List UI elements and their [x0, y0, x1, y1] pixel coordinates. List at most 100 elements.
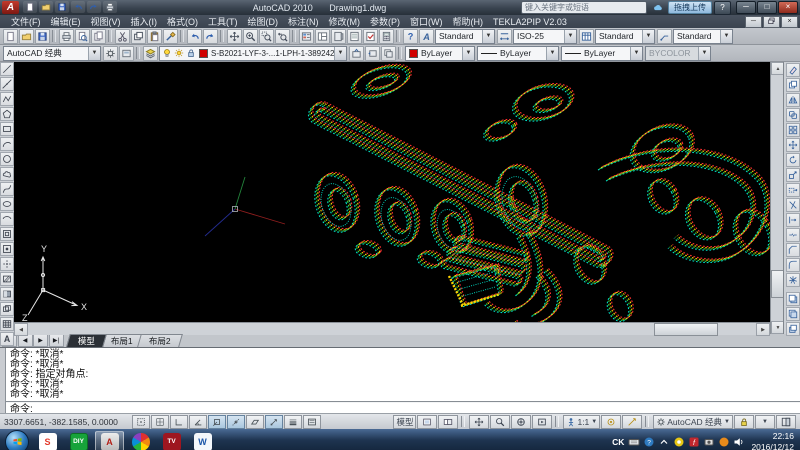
zoom-realtime-button[interactable] — [243, 29, 258, 44]
layer-properties-icon[interactable] — [143, 46, 158, 61]
command-line-window[interactable]: 命令: *取消*命令: *取消*命令: 指定对角点:命令: *取消*命令: *取… — [0, 347, 800, 413]
taskbar-app-word[interactable]: W — [188, 431, 217, 450]
cut-button[interactable] — [115, 29, 130, 44]
qvod-icon[interactable] — [672, 435, 685, 448]
open-icon[interactable] — [39, 1, 53, 13]
plot-button[interactable] — [59, 29, 74, 44]
help-button[interactable]: ? — [403, 29, 418, 44]
workspace-switch-button[interactable]: AutoCAD 经典▼ — [653, 415, 733, 429]
status-menu-chevron[interactable]: ▼ — [755, 415, 775, 429]
hatch-button[interactable] — [0, 272, 14, 286]
scroll-right-arrow[interactable]: ▶ — [756, 323, 770, 336]
coordinates-readout[interactable]: 3307.6651, -382.1585, 0.0000 — [4, 417, 132, 427]
volume-icon[interactable] — [732, 435, 745, 448]
zoom-window-button[interactable] — [259, 29, 274, 44]
draworder-back-button[interactable] — [786, 307, 800, 321]
ducs-toggle[interactable] — [246, 415, 264, 429]
snap-toggle[interactable] — [132, 415, 150, 429]
quick-view-drawings-button[interactable] — [438, 415, 458, 429]
save-icon[interactable] — [55, 1, 69, 13]
redo-button[interactable] — [203, 29, 218, 44]
polyline-button[interactable] — [0, 92, 14, 106]
ellipse-button[interactable] — [0, 197, 14, 211]
command-prompt[interactable]: 命令: — [0, 404, 800, 416]
array-button[interactable] — [786, 123, 800, 137]
search-input[interactable]: 键入关键字或短语 — [521, 1, 647, 14]
multileader-style-combo[interactable]: Standard▼ — [673, 29, 733, 44]
gradient-button[interactable] — [0, 287, 14, 301]
publish-button[interactable] — [91, 29, 106, 44]
multileader-style-icon[interactable] — [657, 29, 672, 44]
minimize-button[interactable]: ─ — [736, 1, 756, 14]
security-icon[interactable] — [717, 435, 730, 448]
input-language-indicator[interactable]: CK — [612, 437, 624, 447]
grid-toggle[interactable] — [151, 415, 169, 429]
stretch-button[interactable] — [786, 183, 800, 197]
upload-button[interactable]: 拖拽上传 — [668, 1, 712, 14]
menu-item-v[interactable]: 视图(V) — [86, 15, 126, 28]
zoom-button[interactable] — [490, 415, 510, 429]
trim-button[interactable] — [786, 198, 800, 212]
tab-next-button[interactable]: ▶ — [33, 334, 48, 347]
workspace-settings-icon[interactable] — [103, 46, 118, 61]
tab-模型[interactable]: 模型 — [66, 334, 107, 347]
properties-button[interactable] — [299, 29, 314, 44]
menu-item-m[interactable]: 修改(M) — [324, 15, 366, 28]
linetype-combo[interactable]: ByLayer▼ — [477, 46, 559, 61]
menu-item-h[interactable]: 帮助(H) — [448, 15, 489, 28]
scale-button[interactable] — [786, 168, 800, 182]
pan-button[interactable] — [469, 415, 489, 429]
otrack-toggle[interactable] — [227, 415, 245, 429]
undo-icon[interactable] — [71, 1, 85, 13]
circle-button[interactable] — [0, 152, 14, 166]
tray-expand-icon[interactable] — [657, 435, 670, 448]
open-button[interactable] — [19, 29, 34, 44]
taskbar-app-sogou-input[interactable]: S — [33, 431, 62, 450]
drawing-canvas[interactable]: Y X Z — [14, 62, 770, 322]
model-space-button[interactable]: 模型 — [393, 415, 416, 429]
copy-button[interactable] — [131, 29, 146, 44]
annotation-autoscale-button[interactable] — [622, 415, 642, 429]
layer-freeze-sun-icon[interactable] — [173, 48, 184, 59]
layer-on-bulb-icon[interactable] — [161, 48, 172, 59]
markup-button[interactable] — [363, 29, 378, 44]
chevron-down-icon[interactable]: ▼ — [482, 30, 494, 43]
workspace-save-icon[interactable] — [119, 46, 134, 61]
doc-restore-button[interactable] — [763, 16, 780, 28]
workspace-combo[interactable]: AutoCAD 经典▼ — [3, 46, 101, 61]
new-button[interactable] — [3, 29, 18, 44]
ellipse-arc-button[interactable] — [0, 212, 14, 226]
color-combo[interactable]: ByLayer▼ — [405, 46, 475, 61]
menu-item-o[interactable]: 格式(O) — [162, 15, 203, 28]
rectangle-button[interactable] — [0, 122, 14, 136]
annotation-scale-button[interactable]: 1:1▼ — [563, 415, 600, 429]
cloud-icon[interactable] — [650, 2, 666, 14]
lwt-toggle[interactable] — [284, 415, 302, 429]
preview-button[interactable] — [75, 29, 90, 44]
draworder-above-button[interactable] — [786, 322, 800, 336]
draworder-front-button[interactable] — [786, 292, 800, 306]
plot-icon[interactable] — [103, 1, 117, 13]
lineweight-combo[interactable]: ByLayer▼ — [561, 46, 643, 61]
menu-item-t[interactable]: 工具(T) — [203, 15, 243, 28]
sheet-set-manager-button[interactable] — [347, 29, 362, 44]
menu-item-i[interactable]: 插入(I) — [126, 15, 163, 28]
toolbar-lock-button[interactable] — [734, 415, 754, 429]
chevron-down-icon[interactable]: ▼ — [720, 30, 732, 43]
start-button[interactable] — [5, 430, 29, 450]
table-style-icon[interactable] — [579, 29, 594, 44]
save-button[interactable] — [35, 29, 50, 44]
spline-button[interactable] — [0, 182, 14, 196]
doc-minimize-button[interactable]: ─ — [745, 16, 762, 28]
explode-button[interactable] — [786, 273, 800, 287]
close-button[interactable]: × — [778, 1, 798, 14]
table-style-combo[interactable]: Standard▼ — [595, 29, 655, 44]
polar-toggle[interactable] — [189, 415, 207, 429]
text-style-combo[interactable]: Standard▼ — [435, 29, 495, 44]
fillet-button[interactable] — [786, 258, 800, 272]
multiline-text-button[interactable]: A — [0, 332, 14, 346]
chevron-down-icon[interactable]: ▼ — [630, 47, 642, 60]
horizontal-scroll-thumb[interactable] — [654, 323, 718, 336]
command-splitter[interactable] — [6, 401, 800, 403]
arc-button[interactable] — [0, 137, 14, 151]
